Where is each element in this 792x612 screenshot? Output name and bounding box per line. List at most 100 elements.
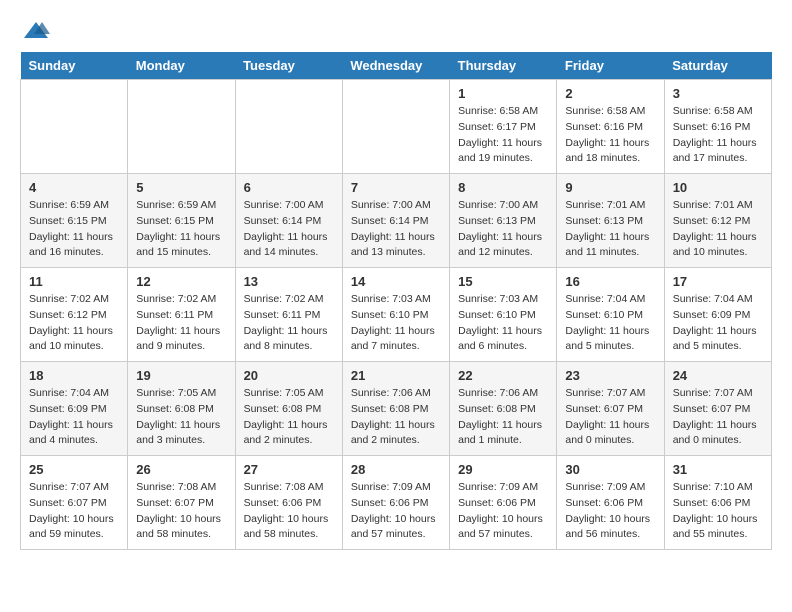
calendar-cell: 28Sunrise: 7:09 AM Sunset: 6:06 PM Dayli…: [342, 456, 449, 550]
calendar-cell: 8 Sunrise: 7:00 AM Sunset: 6:13 PM Daylig…: [450, 174, 557, 268]
calendar-cell: 5Sunrise: 6:59 AM Sunset: 6:15 PM Daylig…: [128, 174, 235, 268]
day-number: 28: [351, 462, 441, 477]
calendar-cell: 30 Sunrise: 7:09 AM Sunset: 6:06 PM Dayli…: [557, 456, 664, 550]
day-number: 9: [565, 180, 655, 195]
day-info: Sunrise: 7:06 AM Sunset: 6:08 PM Dayligh…: [351, 386, 441, 449]
day-number: 11: [29, 274, 119, 289]
day-info: Sunrise: 7:05 AM Sunset: 6:08 PM Dayligh…: [244, 386, 334, 449]
calendar-cell: 29 Sunrise: 7:09 AM Sunset: 6:06 PM Dayli…: [450, 456, 557, 550]
day-info: Sunrise: 7:02 AM Sunset: 6:11 PM Dayligh…: [244, 292, 334, 355]
day-number: 3: [673, 86, 763, 101]
calendar-cell: 19 Sunrise: 7:05 AM Sunset: 6:08 PM Dayli…: [128, 362, 235, 456]
day-number: 4: [29, 180, 119, 195]
day-info: Sunrise: 6:58 AM Sunset: 6:16 PM Dayligh…: [673, 104, 763, 167]
day-number: 12: [136, 274, 226, 289]
col-header-friday: Friday: [557, 52, 664, 80]
calendar-cell: 6 Sunrise: 7:00 AM Sunset: 6:14 PM Daylig…: [235, 174, 342, 268]
day-number: 24: [673, 368, 763, 383]
day-info: Sunrise: 7:07 AM Sunset: 6:07 PM Dayligh…: [565, 386, 655, 449]
day-info: Sunrise: 7:00 AM Sunset: 6:14 PM Dayligh…: [244, 198, 334, 261]
calendar-cell: 2Sunrise: 6:58 AM Sunset: 6:16 PM Daylig…: [557, 80, 664, 174]
calendar-cell: 17 Sunrise: 7:04 AM Sunset: 6:09 PM Dayli…: [664, 268, 771, 362]
day-info: Sunrise: 7:09 AM Sunset: 6:06 PM Dayligh…: [458, 480, 548, 543]
calendar-cell: 23 Sunrise: 7:07 AM Sunset: 6:07 PM Dayli…: [557, 362, 664, 456]
calendar-cell: 21 Sunrise: 7:06 AM Sunset: 6:08 PM Dayli…: [342, 362, 449, 456]
day-number: 10: [673, 180, 763, 195]
day-number: 8: [458, 180, 548, 195]
day-number: 6: [244, 180, 334, 195]
day-info: Sunrise: 7:05 AM Sunset: 6:08 PM Dayligh…: [136, 386, 226, 449]
day-number: 5: [136, 180, 226, 195]
calendar-cell: 31Sunrise: 7:10 AM Sunset: 6:06 PM Dayli…: [664, 456, 771, 550]
day-number: 17: [673, 274, 763, 289]
day-info: Sunrise: 7:02 AM Sunset: 6:11 PM Dayligh…: [136, 292, 226, 355]
day-number: 18: [29, 368, 119, 383]
calendar-cell: [128, 80, 235, 174]
calendar-cell: [342, 80, 449, 174]
col-header-monday: Monday: [128, 52, 235, 80]
col-header-thursday: Thursday: [450, 52, 557, 80]
calendar-cell: 11 Sunrise: 7:02 AM Sunset: 6:12 PM Dayli…: [21, 268, 128, 362]
calendar-cell: 7Sunrise: 7:00 AM Sunset: 6:14 PM Daylig…: [342, 174, 449, 268]
day-number: 13: [244, 274, 334, 289]
day-info: Sunrise: 7:00 AM Sunset: 6:13 PM Dayligh…: [458, 198, 548, 261]
calendar-cell: 24Sunrise: 7:07 AM Sunset: 6:07 PM Dayli…: [664, 362, 771, 456]
calendar-week-2: 4 Sunrise: 6:59 AM Sunset: 6:15 PM Daylig…: [21, 174, 772, 268]
calendar-cell: [235, 80, 342, 174]
calendar-cell: 26 Sunrise: 7:08 AM Sunset: 6:07 PM Dayli…: [128, 456, 235, 550]
calendar-cell: 3 Sunrise: 6:58 AM Sunset: 6:16 PM Daylig…: [664, 80, 771, 174]
day-info: Sunrise: 7:04 AM Sunset: 6:09 PM Dayligh…: [29, 386, 119, 449]
day-number: 21: [351, 368, 441, 383]
day-info: Sunrise: 7:10 AM Sunset: 6:06 PM Dayligh…: [673, 480, 763, 543]
day-number: 25: [29, 462, 119, 477]
day-info: Sunrise: 7:04 AM Sunset: 6:09 PM Dayligh…: [673, 292, 763, 355]
col-header-saturday: Saturday: [664, 52, 771, 80]
calendar-cell: 12 Sunrise: 7:02 AM Sunset: 6:11 PM Dayli…: [128, 268, 235, 362]
day-info: Sunrise: 7:00 AM Sunset: 6:14 PM Dayligh…: [351, 198, 441, 261]
day-info: Sunrise: 7:04 AM Sunset: 6:10 PM Dayligh…: [565, 292, 655, 355]
day-info: Sunrise: 6:58 AM Sunset: 6:16 PM Dayligh…: [565, 104, 655, 167]
calendar-table: SundayMondayTuesdayWednesdayThursdayFrid…: [20, 52, 772, 550]
day-number: 14: [351, 274, 441, 289]
day-info: Sunrise: 7:09 AM Sunset: 6:06 PM Dayligh…: [565, 480, 655, 543]
calendar-cell: 1 Sunrise: 6:58 AM Sunset: 6:17 PM Daylig…: [450, 80, 557, 174]
calendar-cell: 13 Sunrise: 7:02 AM Sunset: 6:11 PM Dayli…: [235, 268, 342, 362]
calendar-cell: 14 Sunrise: 7:03 AM Sunset: 6:10 PM Dayli…: [342, 268, 449, 362]
calendar-cell: 22 Sunrise: 7:06 AM Sunset: 6:08 PM Dayli…: [450, 362, 557, 456]
calendar-cell: 20Sunrise: 7:05 AM Sunset: 6:08 PM Dayli…: [235, 362, 342, 456]
day-info: Sunrise: 7:06 AM Sunset: 6:08 PM Dayligh…: [458, 386, 548, 449]
calendar-week-1: 1 Sunrise: 6:58 AM Sunset: 6:17 PM Daylig…: [21, 80, 772, 174]
calendar-cell: 10 Sunrise: 7:01 AM Sunset: 6:12 PM Dayli…: [664, 174, 771, 268]
day-number: 22: [458, 368, 548, 383]
day-number: 30: [565, 462, 655, 477]
page-header: [20, 20, 772, 36]
logo-icon: [22, 20, 50, 42]
day-info: Sunrise: 6:59 AM Sunset: 6:15 PM Dayligh…: [29, 198, 119, 261]
calendar-cell: 4 Sunrise: 6:59 AM Sunset: 6:15 PM Daylig…: [21, 174, 128, 268]
col-header-sunday: Sunday: [21, 52, 128, 80]
day-number: 29: [458, 462, 548, 477]
col-header-wednesday: Wednesday: [342, 52, 449, 80]
day-number: 27: [244, 462, 334, 477]
calendar-cell: 18 Sunrise: 7:04 AM Sunset: 6:09 PM Dayli…: [21, 362, 128, 456]
day-number: 19: [136, 368, 226, 383]
day-number: 15: [458, 274, 548, 289]
calendar-cell: 27Sunrise: 7:08 AM Sunset: 6:06 PM Dayli…: [235, 456, 342, 550]
day-info: Sunrise: 6:58 AM Sunset: 6:17 PM Dayligh…: [458, 104, 548, 167]
calendar-week-4: 18 Sunrise: 7:04 AM Sunset: 6:09 PM Dayli…: [21, 362, 772, 456]
day-number: 23: [565, 368, 655, 383]
calendar-cell: 15 Sunrise: 7:03 AM Sunset: 6:10 PM Dayli…: [450, 268, 557, 362]
logo: [20, 20, 50, 36]
calendar-cell: 16 Sunrise: 7:04 AM Sunset: 6:10 PM Dayli…: [557, 268, 664, 362]
day-info: Sunrise: 7:03 AM Sunset: 6:10 PM Dayligh…: [458, 292, 548, 355]
day-info: Sunrise: 7:08 AM Sunset: 6:07 PM Dayligh…: [136, 480, 226, 543]
day-info: Sunrise: 7:07 AM Sunset: 6:07 PM Dayligh…: [29, 480, 119, 543]
day-info: Sunrise: 7:03 AM Sunset: 6:10 PM Dayligh…: [351, 292, 441, 355]
calendar-week-5: 25 Sunrise: 7:07 AM Sunset: 6:07 PM Dayli…: [21, 456, 772, 550]
day-number: 26: [136, 462, 226, 477]
day-info: Sunrise: 7:01 AM Sunset: 6:13 PM Dayligh…: [565, 198, 655, 261]
day-info: Sunrise: 7:02 AM Sunset: 6:12 PM Dayligh…: [29, 292, 119, 355]
day-number: 1: [458, 86, 548, 101]
day-info: Sunrise: 7:01 AM Sunset: 6:12 PM Dayligh…: [673, 198, 763, 261]
day-number: 16: [565, 274, 655, 289]
